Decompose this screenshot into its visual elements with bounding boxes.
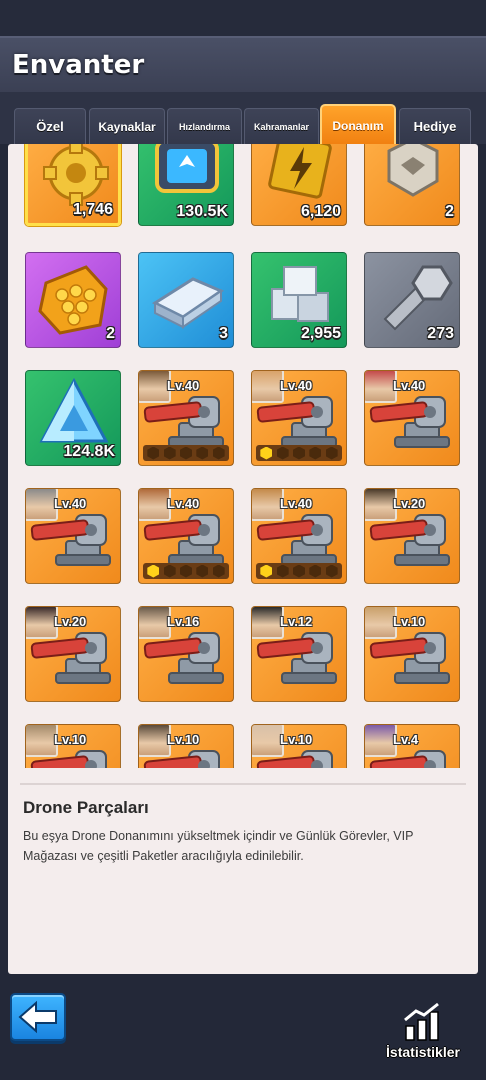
- tab-label: Kaynaklar: [98, 119, 156, 134]
- inventory-item-bolt-screw[interactable]: 273: [364, 252, 460, 348]
- star-filled-icon: [260, 564, 273, 578]
- item-quantity: 6,120: [300, 203, 341, 220]
- statistics-icon: [404, 1002, 439, 1041]
- divider: [20, 783, 466, 785]
- item-level: Lv.10: [54, 732, 87, 747]
- item-quantity: 1,746: [72, 201, 113, 218]
- star-filled-icon: [260, 446, 273, 460]
- item-quantity: 3: [219, 325, 228, 342]
- tab-donanim[interactable]: Donanım: [320, 104, 396, 146]
- header-bar: Envanter: [0, 36, 486, 92]
- item-quantity: 273: [427, 325, 454, 342]
- item-level: Lv.40: [280, 378, 313, 393]
- tab-kaynaklar[interactable]: Kaynaklar: [89, 108, 165, 144]
- inventory-item-drone-gear[interactable]: Lv.40: [251, 370, 347, 466]
- item-level: Lv.40: [167, 496, 200, 511]
- inventory-item-drone-gear[interactable]: Lv.4: [364, 724, 460, 768]
- statistics-button[interactable]: İstatistikler: [370, 1000, 476, 1066]
- star-empty-icon: [325, 446, 338, 460]
- item-level: Lv.10: [280, 732, 313, 747]
- inventory-item-drone-gear[interactable]: Lv.12: [251, 606, 347, 702]
- item-level: Lv.40: [54, 496, 87, 511]
- inventory-item-drone-gear[interactable]: Lv.40: [251, 488, 347, 584]
- item-level: Lv.20: [393, 496, 426, 511]
- star-rating: [143, 445, 229, 461]
- star-empty-icon: [163, 564, 176, 578]
- tab-label: Hızlandırma: [178, 121, 230, 132]
- tab-label: Kahramanlar: [253, 121, 310, 132]
- star-empty-icon: [212, 446, 225, 460]
- tab-hizlandirma[interactable]: Hızlandırma: [167, 108, 242, 144]
- back-arrow-icon: [18, 1000, 57, 1034]
- inventory-item-metal-bar[interactable]: 3: [138, 252, 234, 348]
- inventory-item-emblem[interactable]: 2: [364, 144, 460, 226]
- inventory-item-energy-card[interactable]: 6,120: [251, 144, 347, 226]
- statistics-label: İstatistikler: [386, 1044, 460, 1060]
- inventory-item-drone-gear[interactable]: Lv.40: [25, 488, 121, 584]
- tab-hediye[interactable]: Hediye: [399, 108, 471, 144]
- item-level: Lv.16: [167, 614, 200, 629]
- item-quantity: 130.5K: [176, 203, 228, 220]
- item-level: Lv.10: [393, 614, 426, 629]
- back-button[interactable]: [10, 993, 66, 1041]
- inventory-item-honeycomb[interactable]: 2: [25, 252, 121, 348]
- tab-label: Özel: [36, 119, 64, 134]
- inventory-item-drone-gear[interactable]: Lv.20: [364, 488, 460, 584]
- star-filled-icon: [147, 564, 160, 578]
- inventory-item-drone-gear[interactable]: Lv.40: [138, 370, 234, 466]
- star-empty-icon: [147, 446, 160, 460]
- star-empty-icon: [292, 564, 305, 578]
- inventory-item-drone-gear[interactable]: Lv.40: [364, 370, 460, 466]
- star-rating: [256, 563, 342, 579]
- star-empty-icon: [276, 446, 289, 460]
- item-quantity: 2: [445, 203, 454, 220]
- star-empty-icon: [292, 446, 305, 460]
- inventory-item-drone-gear[interactable]: Lv.10: [25, 724, 121, 768]
- star-rating: [143, 563, 229, 579]
- item-quantity: 2: [106, 325, 115, 342]
- star-empty-icon: [309, 446, 322, 460]
- star-empty-icon: [325, 564, 338, 578]
- inventory-item-drone-gear[interactable]: Lv.20: [25, 606, 121, 702]
- inventory-item-drone-gear[interactable]: Lv.10: [364, 606, 460, 702]
- item-quantity: 124.8K: [63, 443, 115, 460]
- star-empty-icon: [179, 564, 192, 578]
- star-empty-icon: [309, 564, 322, 578]
- item-level: Lv.40: [393, 378, 426, 393]
- item-detail-description: Bu eşya Drone Donanımını yükseltmek için…: [23, 829, 414, 863]
- item-quantity: 2,955: [300, 325, 341, 342]
- inventory-grid[interactable]: 1,746 130.5K 6,120 2 2 3 2,955 273 124.8…: [8, 144, 478, 768]
- star-empty-icon: [212, 564, 225, 578]
- page-title: Envanter: [12, 50, 145, 80]
- item-level: Lv.40: [167, 378, 200, 393]
- inventory-item-drone-gear[interactable]: Lv.16: [138, 606, 234, 702]
- item-level: Lv.20: [54, 614, 87, 629]
- tab-ozel[interactable]: Özel: [14, 108, 86, 144]
- star-empty-icon: [196, 446, 209, 460]
- tab-label: Donanım: [332, 119, 384, 133]
- item-detail-title: Drone Parçaları: [23, 798, 149, 817]
- inventory-item-drone-chip[interactable]: 130.5K: [138, 144, 234, 226]
- inventory-item-drone-gear[interactable]: Lv.10: [138, 724, 234, 768]
- star-empty-icon: [276, 564, 289, 578]
- inventory-item-drone-gear[interactable]: Lv.40: [138, 488, 234, 584]
- inventory-item-drone-gear[interactable]: Lv.10: [251, 724, 347, 768]
- star-empty-icon: [179, 446, 192, 460]
- star-empty-icon: [163, 446, 176, 460]
- status-bar: [0, 0, 486, 36]
- star-empty-icon: [196, 564, 209, 578]
- item-level: Lv.12: [280, 614, 313, 629]
- inventory-item-alloy-blocks[interactable]: 2,955: [251, 252, 347, 348]
- inventory-item-crystal[interactable]: 124.8K: [25, 370, 121, 466]
- inventory-panel: 1,746 130.5K 6,120 2 2 3 2,955 273 124.8…: [8, 144, 478, 974]
- item-level: Lv.40: [280, 496, 313, 511]
- item-level: Lv.10: [167, 732, 200, 747]
- tab-kahramanlar[interactable]: Kahramanlar: [244, 108, 319, 144]
- star-rating: [256, 445, 342, 461]
- inventory-item-gear[interactable]: 1,746: [25, 144, 121, 226]
- item-level: Lv.4: [393, 732, 419, 747]
- tab-label: Hediye: [413, 119, 457, 134]
